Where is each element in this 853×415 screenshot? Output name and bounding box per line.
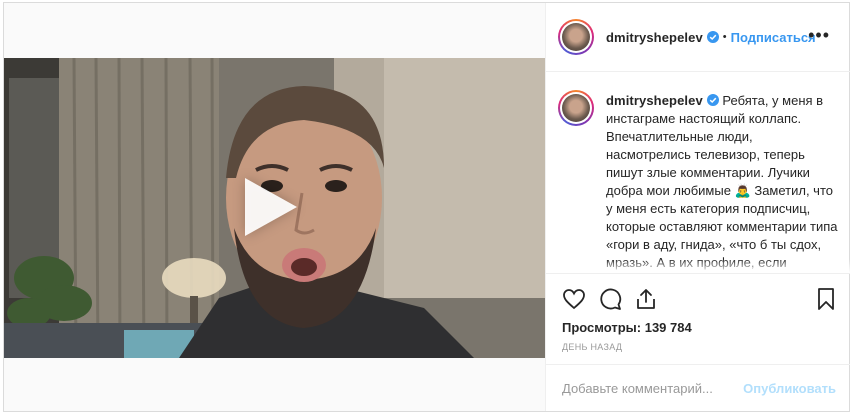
verified-badge-icon: [706, 31, 719, 43]
post-sidebar: dmitryshepelev • Подписаться ••• dmitrys…: [545, 3, 850, 411]
video-player[interactable]: [4, 58, 545, 358]
comment-input[interactable]: [562, 380, 742, 396]
comment-form: Опубликовать: [546, 364, 850, 411]
follow-button[interactable]: Подписаться: [731, 30, 816, 45]
caption-fade: [546, 259, 850, 273]
instagram-post: dmitryshepelev • Подписаться ••• dmitrys…: [3, 2, 850, 412]
heart-icon[interactable]: [562, 287, 586, 311]
views-label: Просмотры:: [562, 320, 642, 335]
caption-text: Ребята, у меня в инстаграме настоящий ко…: [606, 93, 838, 270]
comment-icon[interactable]: [598, 287, 622, 311]
more-options-icon[interactable]: •••: [808, 26, 830, 44]
caption: dmitryshepelev Ребята, у меня в инстагра…: [606, 92, 838, 273]
separator-dot: •: [722, 31, 727, 43]
caption-section: dmitryshepelev Ребята, у меня в инстагра…: [546, 73, 850, 274]
views-value: 139 784: [644, 320, 692, 335]
share-icon[interactable]: [634, 287, 658, 311]
username-link[interactable]: dmitryshepelev: [606, 30, 703, 45]
bookmark-icon[interactable]: [814, 287, 838, 311]
avatar[interactable]: [558, 19, 594, 55]
action-bar: [546, 274, 850, 324]
verified-badge-icon: [706, 94, 719, 106]
views-count: Просмотры: 139 784: [562, 320, 692, 335]
play-icon[interactable]: [245, 178, 297, 236]
publish-button[interactable]: Опубликовать: [743, 381, 836, 396]
caption-avatar[interactable]: [558, 90, 594, 126]
caption-username[interactable]: dmitryshepelev: [606, 93, 703, 108]
post-header: dmitryshepelev • Подписаться •••: [546, 3, 850, 72]
post-timestamp[interactable]: ДЕНЬ НАЗАД: [562, 342, 622, 352]
media-area: [4, 3, 545, 411]
